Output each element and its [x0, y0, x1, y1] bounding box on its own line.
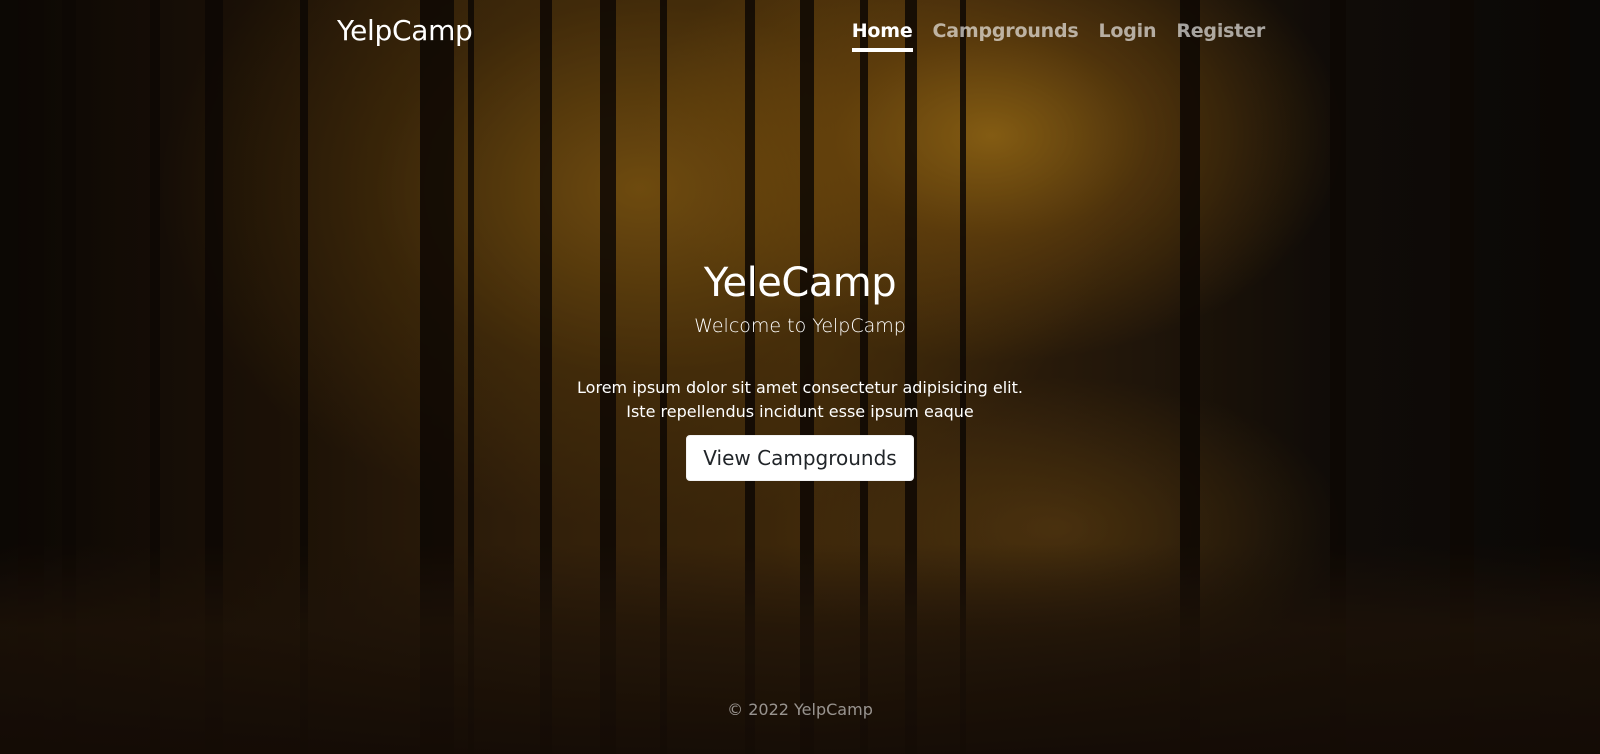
- hero-title: YeleCamp: [703, 260, 897, 306]
- nav-link-home[interactable]: Home: [851, 18, 913, 52]
- nav-links: Home Campgrounds Login Register: [832, 18, 1265, 52]
- page-container: YelpCamp Home Campgrounds Login Register…: [0, 0, 1600, 754]
- navbar: YelpCamp Home Campgrounds Login Register: [337, 0, 1265, 60]
- footer-copyright: © 2022 YelpCamp: [727, 700, 873, 719]
- nav-link-login[interactable]: Login: [1099, 18, 1157, 52]
- nav-link-register[interactable]: Register: [1176, 18, 1265, 52]
- hero-description: Lorem ipsum dolor sit amet consectetur a…: [0, 376, 1600, 424]
- brand-logo-link[interactable]: YelpCamp: [337, 14, 473, 47]
- nav-link-campgrounds[interactable]: Campgrounds: [933, 18, 1079, 52]
- hero-section: YeleCamp Welcome to YelpCamp Lorem ipsum…: [0, 258, 1600, 481]
- view-campgrounds-button[interactable]: View Campgrounds: [686, 435, 914, 481]
- hero-description-line-1: Lorem ipsum dolor sit amet consectetur a…: [577, 378, 1023, 397]
- hero-description-line-2: Iste repellendus incidunt esse ipsum eaq…: [626, 402, 974, 421]
- hero-subtitle: Welcome to YelpCamp: [694, 315, 906, 337]
